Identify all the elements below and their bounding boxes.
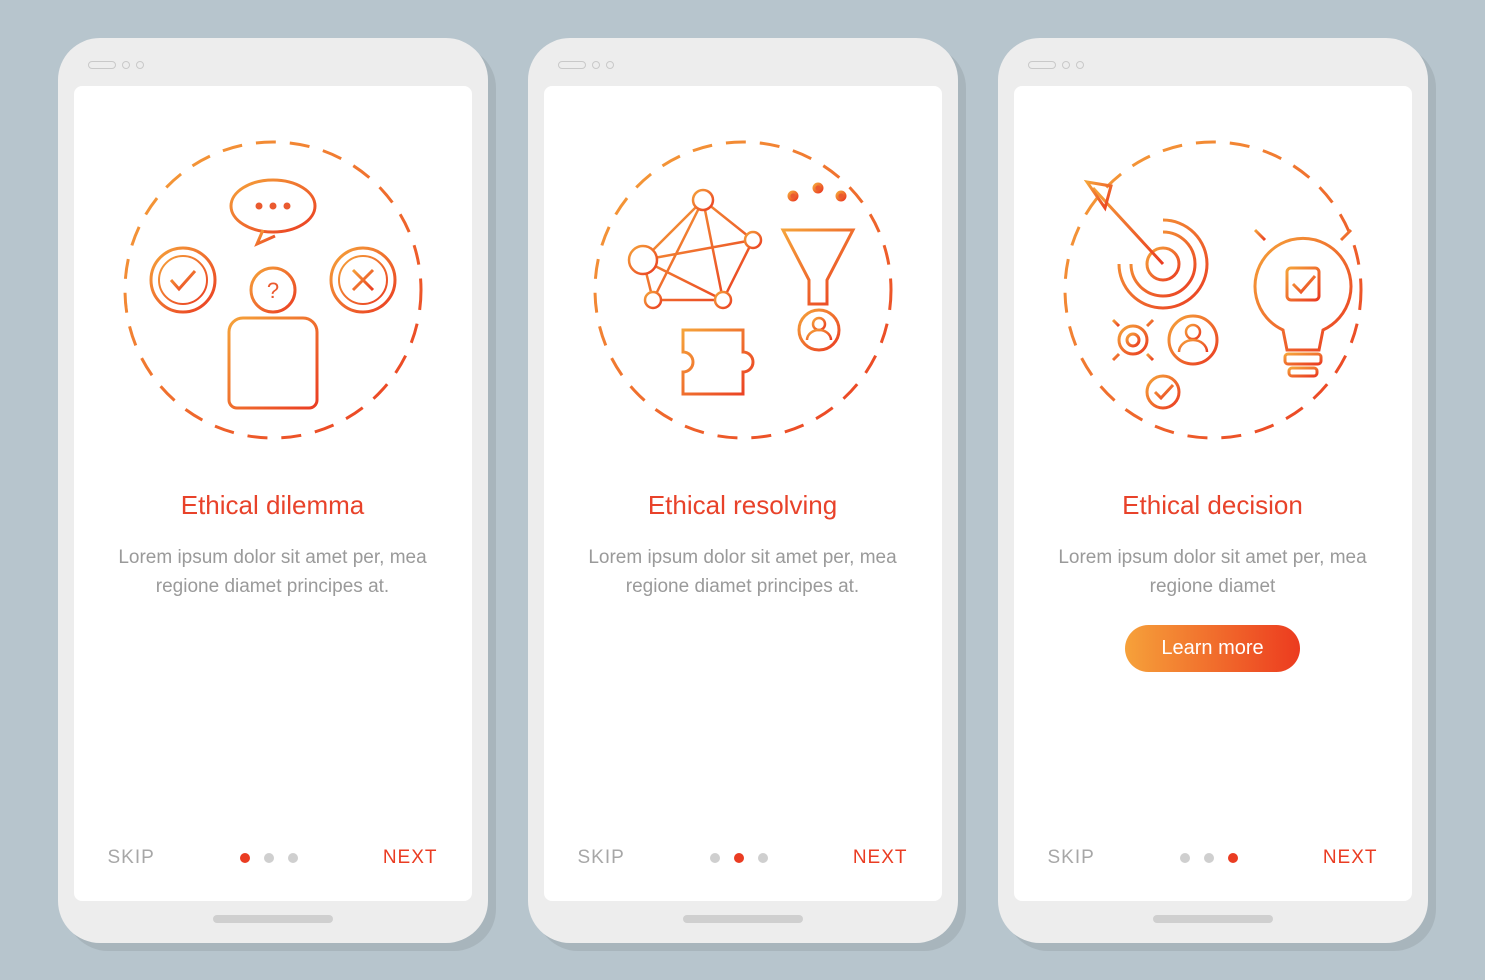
phone-mockup-2: Ethical resolving Lorem ipsum dolor sit … [528,38,958,943]
next-button[interactable]: NEXT [383,847,438,869]
status-dot-icon [136,61,144,69]
screen-content: Ethical decision Lorem ipsum dolor sit a… [1014,86,1412,901]
screen-content: ? Ethical dilemma Lorem ipsum dolor sit … [74,86,472,901]
page-indicator [710,853,768,863]
next-button[interactable]: NEXT [853,847,908,869]
phone-mockup-3: Ethical decision Lorem ipsum dolor sit a… [998,38,1428,943]
home-indicator-icon [683,915,803,923]
page-dot-1[interactable] [1180,853,1190,863]
resolving-illustration-icon [583,130,903,450]
status-dot-icon [1076,61,1084,69]
page-dot-3[interactable] [758,853,768,863]
onboarding-description: Lorem ipsum dolor sit amet per, mea regi… [1044,543,1382,602]
page-indicator [1180,853,1238,863]
next-button[interactable]: NEXT [1323,847,1378,869]
status-bar [74,54,472,76]
status-bar [1014,54,1412,76]
phone-mockup-1: ? Ethical dilemma Lorem ipsum dolor sit … [58,38,488,943]
home-indicator-icon [1153,915,1273,923]
onboarding-description: Lorem ipsum dolor sit amet per, mea regi… [104,543,442,602]
screen-content: Ethical resolving Lorem ipsum dolor sit … [544,86,942,901]
page-indicator [240,853,298,863]
dilemma-illustration-icon: ? [113,130,433,450]
status-pill-icon [558,61,586,69]
status-dot-icon [1062,61,1070,69]
home-indicator-icon [213,915,333,923]
status-pill-icon [1028,61,1056,69]
status-pill-icon [88,61,116,69]
onboarding-title: Ethical resolving [648,490,837,521]
page-dot-1[interactable] [710,853,720,863]
onboarding-footer: SKIP NEXT [104,847,442,873]
skip-button[interactable]: SKIP [578,847,625,869]
onboarding-title: Ethical dilemma [181,490,365,521]
onboarding-title: Ethical decision [1122,490,1303,521]
svg-text:?: ? [266,278,278,303]
page-dot-1[interactable] [240,853,250,863]
status-dot-icon [122,61,130,69]
decision-illustration-icon [1053,130,1373,450]
learn-more-button[interactable]: Learn more [1125,625,1299,672]
onboarding-footer: SKIP NEXT [1044,847,1382,873]
page-dot-2[interactable] [734,853,744,863]
page-dot-2[interactable] [264,853,274,863]
page-dot-3[interactable] [288,853,298,863]
page-dot-2[interactable] [1204,853,1214,863]
onboarding-footer: SKIP NEXT [574,847,912,873]
status-bar [544,54,942,76]
onboarding-description: Lorem ipsum dolor sit amet per, mea regi… [574,543,912,602]
page-dot-3[interactable] [1228,853,1238,863]
status-dot-icon [592,61,600,69]
status-dot-icon [606,61,614,69]
skip-button[interactable]: SKIP [1048,847,1095,869]
skip-button[interactable]: SKIP [108,847,155,869]
